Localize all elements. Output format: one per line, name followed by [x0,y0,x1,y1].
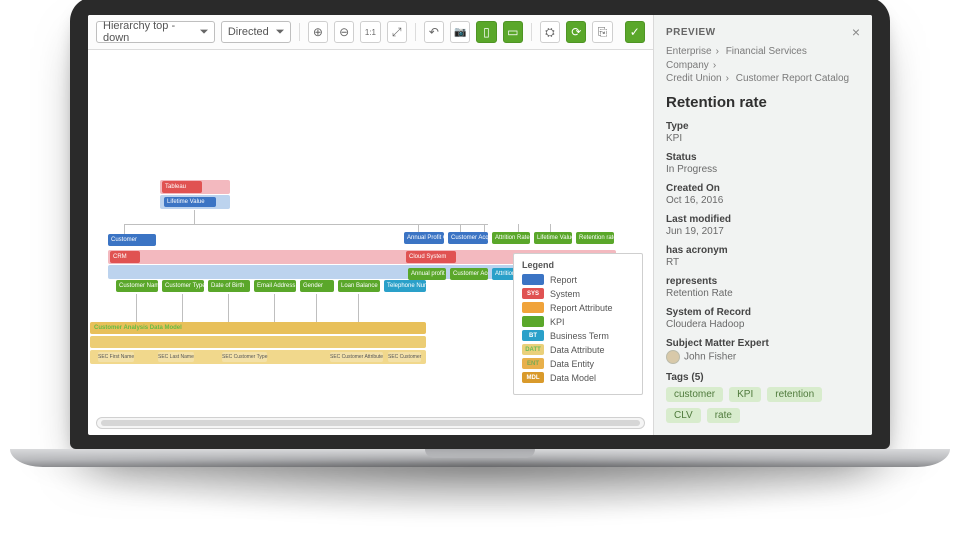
legend-panel: Legend Report SYSSystem Report Attribute… [513,253,643,395]
legend-label: System [550,289,580,299]
report-node[interactable]: Customer Acquisition Cost [448,232,488,244]
kpi-node[interactable]: Customer Name [116,280,158,292]
toolbar: Hierarchy top - down Directed ⊕ ⊖ 1:1 ⤢ … [88,15,653,50]
system-row[interactable] [108,250,408,264]
tags-list: customer KPI retention CLV rate [666,387,860,423]
system-label: Tableau [162,181,202,193]
zoom-in-icon[interactable]: ⊕ [308,21,328,43]
report-strip[interactable] [108,265,408,279]
layout-select[interactable]: Hierarchy top - down [96,21,215,43]
kpi-node[interactable]: Customer Acquisition Cost [450,268,488,280]
settings-icon[interactable]: ⛭ [540,21,560,43]
tag[interactable]: rate [707,408,740,423]
field-key: Status [666,152,860,163]
kpi-node[interactable]: Lifetime Value [534,232,572,244]
layout-horizontal-icon[interactable]: ▭ [503,21,523,43]
bt-node[interactable]: Telephone Number [384,280,426,292]
data-model-label: Customer Analysis Data Model [94,323,182,333]
field-value: RT [666,257,860,268]
data-attr[interactable]: SEC Customer [388,352,421,362]
system-label: CRM [110,251,140,263]
diagram-canvas[interactable]: Tableau Lifetime Value [88,50,653,417]
field-key: Created On [666,183,860,194]
field-key: Last modified [666,214,860,225]
close-icon[interactable]: × [852,25,860,39]
field-key: Type [666,121,860,132]
horizontal-scrollbar[interactable] [96,417,645,429]
data-entity-row[interactable] [90,336,426,348]
field-value[interactable]: John Fisher [666,350,860,364]
kpi-node[interactable]: Email Address [254,280,296,292]
field-value: Cloudera Hadoop [666,319,860,330]
separator [415,23,416,41]
kpi-node[interactable]: Gender [300,280,334,292]
laptop-frame: Hierarchy top - down Directed ⊕ ⊖ 1:1 ⤢ … [70,0,890,521]
breadcrumb[interactable]: Enterprise› Financial Services Company› … [666,45,860,86]
preview-header: PREVIEW [666,27,716,38]
legend-label: Report [550,275,577,285]
kpi-node[interactable]: Attrition Rate [492,232,530,244]
kpi-node[interactable]: Retention rate [576,232,614,244]
field-key: Tags (5) [666,372,860,383]
preview-title: Retention rate [666,94,860,111]
field-value: Oct 16, 2016 [666,195,860,206]
separator [299,23,300,41]
avatar-icon [666,350,680,364]
kpi-node[interactable]: Loan Balance [338,280,380,292]
refresh-icon[interactable]: ⟳ [566,21,586,43]
system-label: Cloud System [406,251,456,263]
apply-button[interactable]: ✓ [625,21,645,43]
legend-label: Data Attribute [550,345,605,355]
field-value: KPI [666,133,860,144]
zoom-fit-button[interactable]: 1:1 [360,21,380,43]
tag[interactable]: customer [666,387,723,402]
legend-label: KPI [550,317,565,327]
camera-icon[interactable]: 📷 [450,21,470,43]
app-screen: Hierarchy top - down Directed ⊕ ⊖ 1:1 ⤢ … [88,15,872,435]
field-key: has acronym [666,245,860,256]
legend-label: Report Attribute [550,303,613,313]
zoom-out-icon[interactable]: ⊖ [334,21,354,43]
screen-bezel: Hierarchy top - down Directed ⊕ ⊖ 1:1 ⤢ … [70,0,890,449]
preview-panel: PREVIEW × Enterprise› Financial Services… [654,15,872,435]
legend-title: Legend [522,260,634,270]
report-label: Lifetime Value [164,197,216,207]
report-node[interactable]: Customer [108,234,156,246]
field-value: Retention Rate [666,288,860,299]
layout-vertical-icon[interactable]: ▯ [476,21,496,43]
data-attr[interactable]: SEC Customer Type [222,352,267,362]
routing-select[interactable]: Directed [221,21,291,43]
tag[interactable]: CLV [666,408,701,423]
legend-label: Business Term [550,331,609,341]
field-key: Subject Matter Expert [666,338,860,349]
diagram-pane: Hierarchy top - down Directed ⊕ ⊖ 1:1 ⤢ … [88,15,654,435]
field-key: represents [666,276,860,287]
data-attr[interactable]: SEC Last Name [158,352,194,362]
legend-label: Data Entity [550,359,594,369]
field-value: In Progress [666,164,860,175]
tag[interactable]: KPI [729,387,761,402]
shadow [10,461,950,521]
data-attr[interactable]: SEC First Name [98,352,134,362]
expand-icon[interactable]: ⤢ [387,21,407,43]
legend-label: Data Model [550,373,596,383]
kpi-node[interactable]: Customer Type [162,280,204,292]
report-node[interactable]: Annual Profit Contribution [404,232,444,244]
data-attr[interactable]: SEC Customer Attribute [330,352,383,362]
back-icon[interactable]: ↶ [424,21,444,43]
field-value: Jun 19, 2017 [666,226,860,237]
separator [531,23,532,41]
tag[interactable]: retention [767,387,822,402]
kpi-node[interactable]: Annual profit contribution [408,268,446,280]
export-icon[interactable]: ⎘ [592,21,612,43]
field-key: System of Record [666,307,860,318]
kpi-node[interactable]: Date of Birth [208,280,250,292]
